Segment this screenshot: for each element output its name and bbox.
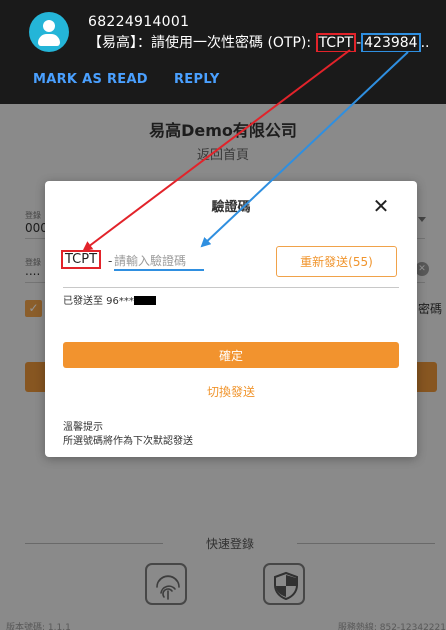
close-icon[interactable]: ✕ xyxy=(370,195,392,217)
tip-title: 溫馨提示 xyxy=(63,422,103,433)
otp-code-highlight: 423984 xyxy=(361,33,421,52)
otp-prefix-highlight: TCPT xyxy=(315,33,357,52)
reply-button[interactable]: REPLY xyxy=(174,72,220,87)
dialog-title: 驗證碼 xyxy=(211,200,251,215)
otp-prefix-dash: - xyxy=(108,254,113,268)
sent-to-label: 已發送至 96*** xyxy=(63,296,134,307)
notification-message: 【易高】：請使用一次性密碼 (OTP): TCPT -423984.. xyxy=(88,32,440,52)
otp-input[interactable] xyxy=(114,253,204,271)
switch-send-link[interactable]: 切換發送 xyxy=(45,383,417,400)
confirm-button[interactable]: 確定 xyxy=(63,342,399,368)
resend-button[interactable]: 重新發送(55) xyxy=(276,246,397,277)
sent-to-text: 已發送至 96*** xyxy=(63,292,156,307)
message-text: 【易高】：請使用一次性密碼 (OTP): xyxy=(88,35,316,51)
redacted-number xyxy=(133,296,156,305)
notification-sender: 68224914001 xyxy=(88,14,190,30)
dialog-separator xyxy=(63,287,399,288)
sms-notification[interactable]: 68224914001 【易高】：請使用一次性密碼 (OTP): TCPT -42… xyxy=(0,0,446,104)
contact-avatar-icon xyxy=(29,12,69,52)
mark-as-read-button[interactable]: MARK AS READ xyxy=(33,72,148,87)
message-ellipsis: .. xyxy=(420,35,430,51)
verification-dialog: 驗證碼 ✕ TCPT - 重新發送(55) 已發送至 96*** 確定 切換發送… xyxy=(45,181,417,457)
otp-prefix-label: TCPT xyxy=(61,250,102,269)
tip-text: 所選號碼將作為下次默認發送 xyxy=(63,436,193,447)
